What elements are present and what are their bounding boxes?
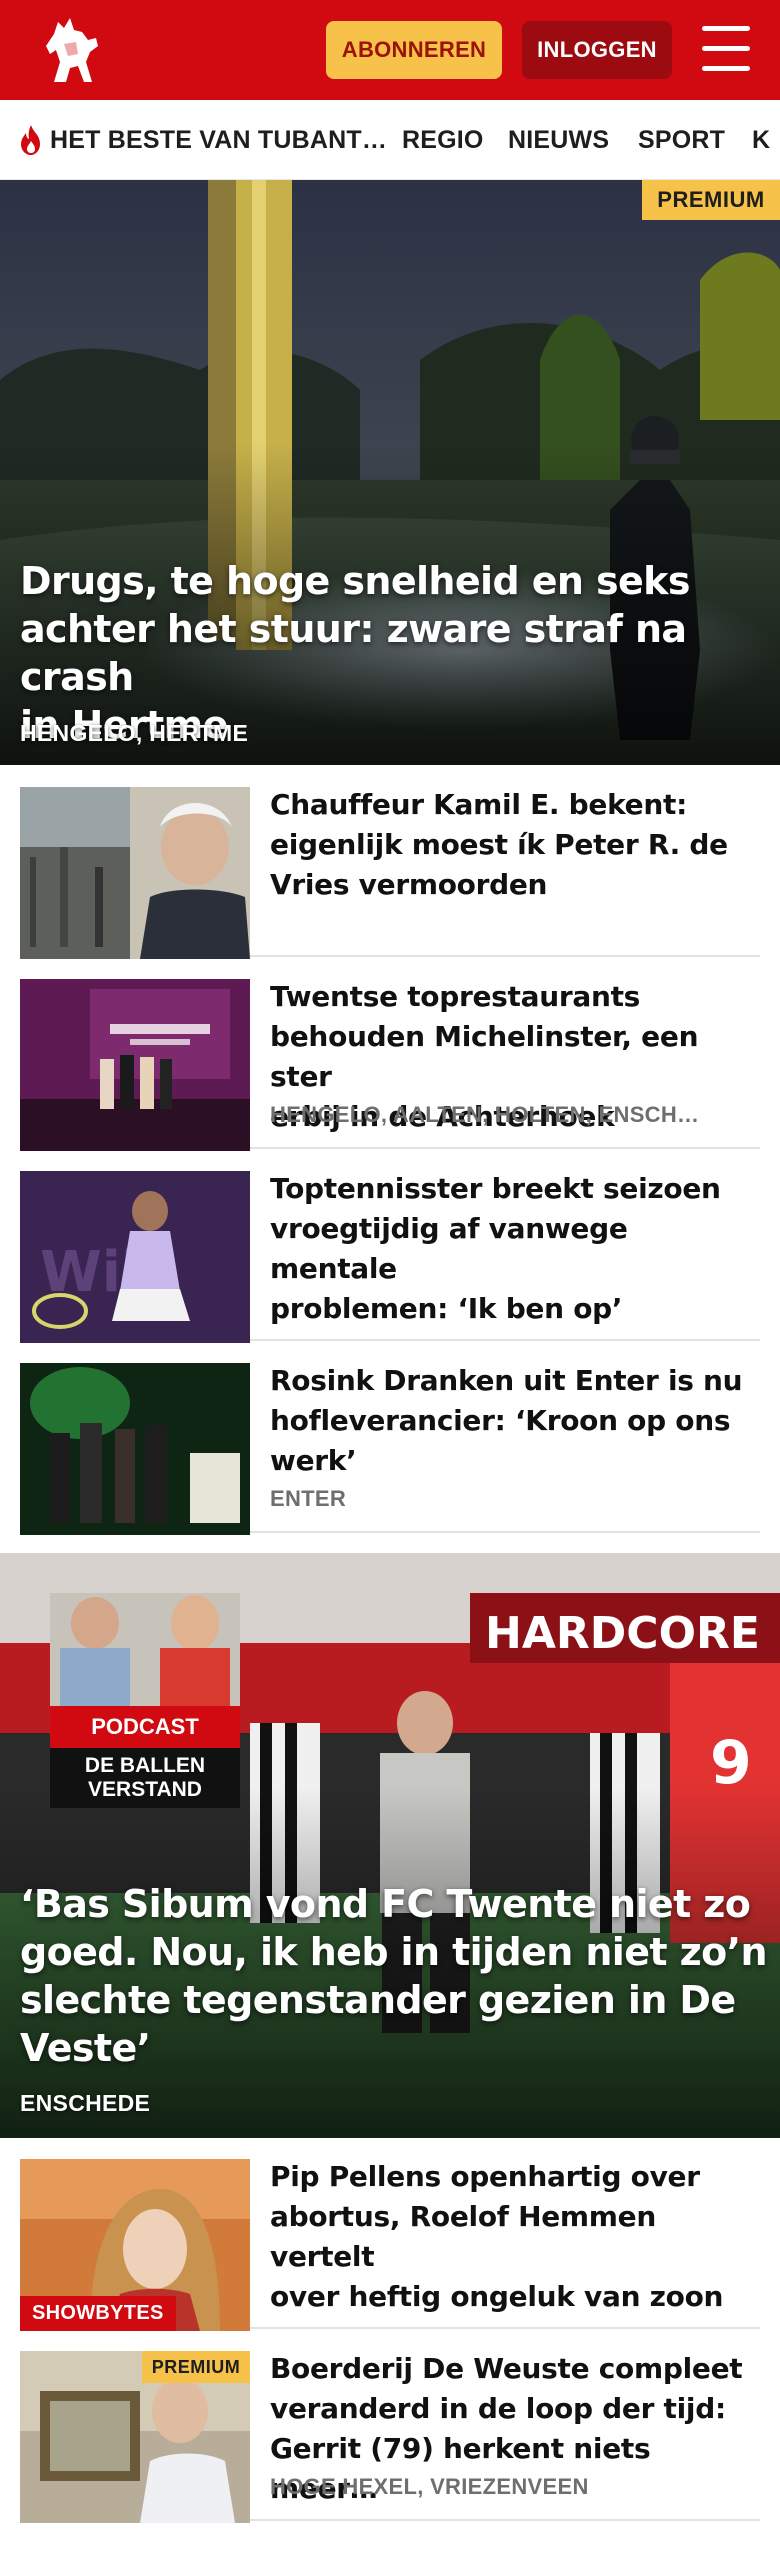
article-title-line: veranderd in de loop der tijd: [270,2392,726,2425]
article-title: Rosink Dranken uit Enter is nu hoflevera… [270,1361,760,1481]
podcast-name: DE BALLEN VERSTAND [50,1748,240,1808]
feature-title-line: Veste’ [20,2026,151,2070]
article-location: HOGE HEXEL, VRIEZENVEEN [270,2474,589,2499]
article-thumbnail [20,1363,250,1535]
article-title-line: Twentse toprestaurants [270,980,641,1013]
subscribe-button[interactable]: ABONNEREN [326,21,502,79]
article-title-line: Toptennisster breekt seizoen [270,1172,721,1205]
feature-title-line: slechte tegenstander gezien in De [20,1978,736,2022]
flame-icon [21,125,40,155]
article-location: HENGELO, AALTEN, HOLTEN, ENSCH… [270,1102,700,1127]
hero-article[interactable]: PREMIUM Drugs, te hoge snelheid en seks … [0,180,780,765]
article-title-line: over heftig ongeluk van zoon [270,2280,724,2313]
showbytes-label: SHOWBYTES [20,2296,176,2331]
nav-item-sport[interactable]: SPORT [638,100,725,179]
article-title-line: hofleverancier: ‘Kroon op ons [270,1404,731,1437]
article-title-line: behouden Michelinster, een ster [270,1020,699,1093]
list-item[interactable]: Wil Toptennisster breekt seizoen vroegti… [20,1149,760,1343]
premium-badge: PREMIUM [642,180,780,220]
hero-title-line: Drugs, te hoge snelheid en seks [20,559,690,603]
article-title: Chauffeur Kamil E. bekent: eigenlijk moe… [270,785,760,905]
section-nav: HET BESTE VAN TUBANT… REGIO NIEUWS SPORT… [0,100,780,180]
nav-label: HET BESTE VAN TUBANT… [50,125,388,154]
top-header: ABONNEREN INLOGGEN [0,0,780,100]
article-title-line: Chauffeur Kamil E. bekent: [270,788,687,821]
feature-title: ‘Bas Sibum vond FC Twente niet zo goed. … [20,1880,768,2072]
article-title-line: Pip Pellens openhartig over [270,2160,700,2193]
feature-article[interactable]: HARDCORE 9 PODCAST DE BALLEN VERSTAND ‘B… [0,1553,780,2138]
feature-title-line: ‘Bas Sibum vond FC Twente niet zo [20,1882,751,1926]
hamburger-menu-icon[interactable] [702,26,750,72]
feature-location: ENSCHEDE [20,2090,151,2116]
nav-item-overflow[interactable]: K [752,100,770,179]
nav-item-nieuws[interactable]: NIEUWS [508,100,609,179]
article-title-line: vroegtijdig af vanwege mentale [270,1212,628,1285]
tubantia-horse-logo-icon[interactable] [36,10,106,90]
hero-title-line: achter het stuur: zware straf na crash [20,607,687,699]
article-location: ENTER [270,1486,347,1511]
article-title-line: Boerderij De Weuste compleet [270,2352,743,2385]
hero-location: HENGELO, HERTME [20,720,249,746]
list-item[interactable]: Twentse toprestaurants behouden Michelin… [20,957,760,1151]
nav-item-best-of[interactable]: HET BESTE VAN TUBANT… [18,100,388,179]
article-title-line: problemen: ‘Ik ben op’ [270,1292,623,1325]
podcast-label: PODCAST [50,1706,240,1748]
login-button[interactable]: INLOGGEN [522,21,672,79]
article-title-line: Vries vermoorden [270,868,548,901]
article-title: Toptennisster breekt seizoen vroegtijdig… [270,1169,760,1329]
list-item[interactable]: PREMIUM Boerderij De Weuste compleet ver… [20,2329,760,2523]
podcast-name-line: VERSTAND [88,1778,202,1801]
article-title-line: werk’ [270,1444,357,1477]
article-title-line: eigenlijk moest ík Peter R. de [270,828,728,861]
article-thumbnail [20,979,250,1151]
list-item[interactable]: Rosink Dranken uit Enter is nu hoflevera… [20,1341,760,1535]
article-thumbnail: Wil [20,1171,250,1343]
article-title: Pip Pellens openhartig over abortus, Roe… [270,2157,760,2317]
list-item[interactable]: Chauffeur Kamil E. bekent: eigenlijk moe… [20,765,760,959]
nav-item-regio[interactable]: REGIO [402,100,484,179]
article-title-line: Rosink Dranken uit Enter is nu [270,1364,743,1397]
article-title-line: abortus, Roelof Hemmen vertelt [270,2200,657,2273]
article-thumbnail [20,787,250,959]
feature-title-line: goed. Nou, ik heb in tijden niet zo’n [20,1930,768,1974]
podcast-name-line: DE BALLEN [84,1754,206,1777]
premium-badge: PREMIUM [142,2351,250,2383]
article-thumbnail: SHOWBYTES [20,2159,250,2331]
article-thumbnail: PREMIUM [20,2351,250,2523]
list-item[interactable]: SHOWBYTES Pip Pellens openhartig over ab… [20,2137,760,2331]
